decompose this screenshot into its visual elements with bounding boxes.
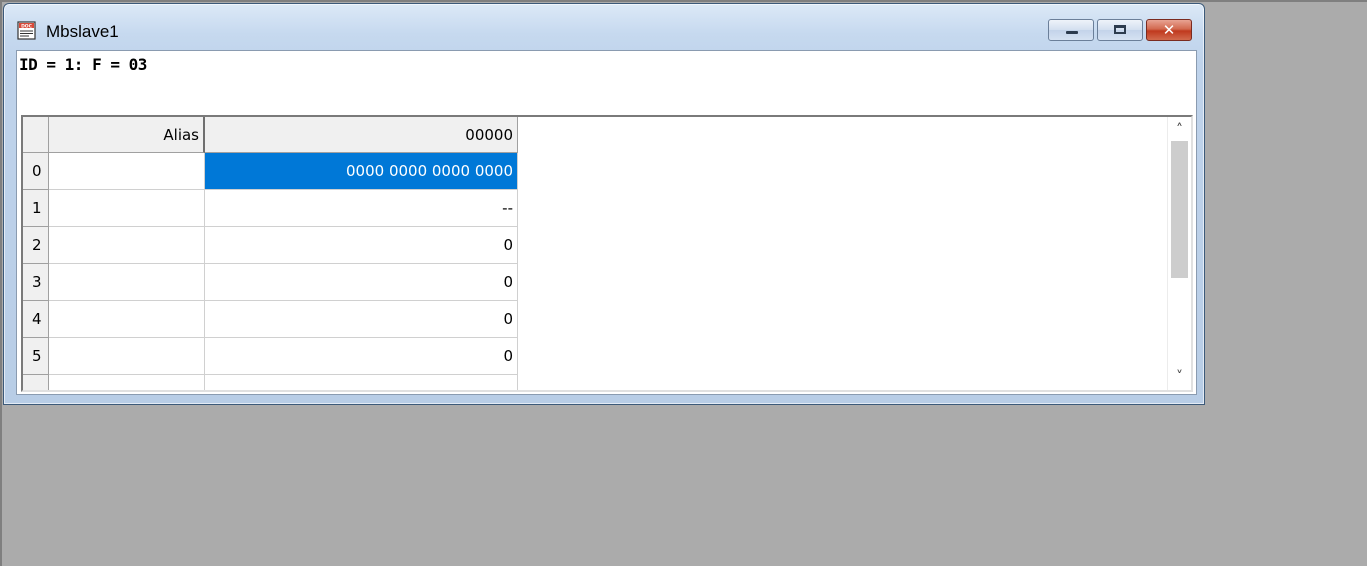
value-cell-3[interactable]: 0 <box>205 264 518 301</box>
alias-cell-4[interactable] <box>49 301 205 338</box>
scroll-thumb[interactable] <box>1171 141 1188 278</box>
value-cell-1[interactable]: -- <box>205 190 518 227</box>
window-controls: ✕ <box>1048 19 1192 41</box>
title-bar[interactable]: DOC Mbslave1 ✕ <box>4 4 1204 50</box>
alias-cell-2[interactable] <box>49 227 205 264</box>
address-column-header[interactable]: 00000 <box>205 117 518 153</box>
slave-info-line: ID = 1: F = 03 <box>19 55 147 74</box>
window-title: Mbslave1 <box>46 22 119 41</box>
value-cell-0[interactable]: 0000 0000 0000 0000 <box>205 153 518 190</box>
svg-text:DOC: DOC <box>21 23 33 29</box>
row-header-4[interactable]: 4 <box>23 301 49 338</box>
row-header-3[interactable]: 3 <box>23 264 49 301</box>
doc-icon[interactable]: DOC <box>17 21 37 41</box>
row-header-0[interactable]: 0 <box>23 153 49 190</box>
minimize-icon <box>1066 31 1078 34</box>
close-button[interactable]: ✕ <box>1146 19 1192 41</box>
client-area: ID = 1: F = 03 Alias 00000 0 0000 0000 0… <box>16 50 1197 395</box>
scroll-up-arrow-icon[interactable]: ˄ <box>1168 119 1191 141</box>
vertical-scrollbar[interactable]: ˄ ˅ <box>1167 117 1191 390</box>
alias-cell-0[interactable] <box>49 153 205 190</box>
workspace-top-edge <box>0 0 1367 2</box>
alias-cell-1[interactable] <box>49 190 205 227</box>
value-cell-4[interactable]: 0 <box>205 301 518 338</box>
mbslave-window[interactable]: DOC Mbslave1 ✕ ID = 1: F = 03 Alias 0000… <box>3 3 1205 405</box>
close-icon: ✕ <box>1162 21 1176 39</box>
row-header-partial[interactable] <box>23 375 49 390</box>
row-header-5[interactable]: 5 <box>23 338 49 375</box>
value-cell-partial[interactable] <box>205 375 518 390</box>
scroll-down-arrow-icon[interactable]: ˅ <box>1168 366 1191 388</box>
alias-column-header[interactable]: Alias <box>49 117 205 153</box>
register-grid[interactable]: Alias 00000 0 0000 0000 0000 0000 1 -- 2… <box>21 115 1193 392</box>
row-header-1[interactable]: 1 <box>23 190 49 227</box>
alias-cell-3[interactable] <box>49 264 205 301</box>
value-cell-2[interactable]: 0 <box>205 227 518 264</box>
alias-cell-5[interactable] <box>49 338 205 375</box>
workspace-left-edge <box>0 0 2 566</box>
minimize-button[interactable] <box>1048 19 1094 41</box>
value-cell-5[interactable]: 0 <box>205 338 518 375</box>
maximize-icon <box>1114 25 1126 34</box>
alias-cell-partial[interactable] <box>49 375 205 390</box>
grid-corner-cell[interactable] <box>23 117 49 153</box>
row-header-2[interactable]: 2 <box>23 227 49 264</box>
maximize-button[interactable] <box>1097 19 1143 41</box>
